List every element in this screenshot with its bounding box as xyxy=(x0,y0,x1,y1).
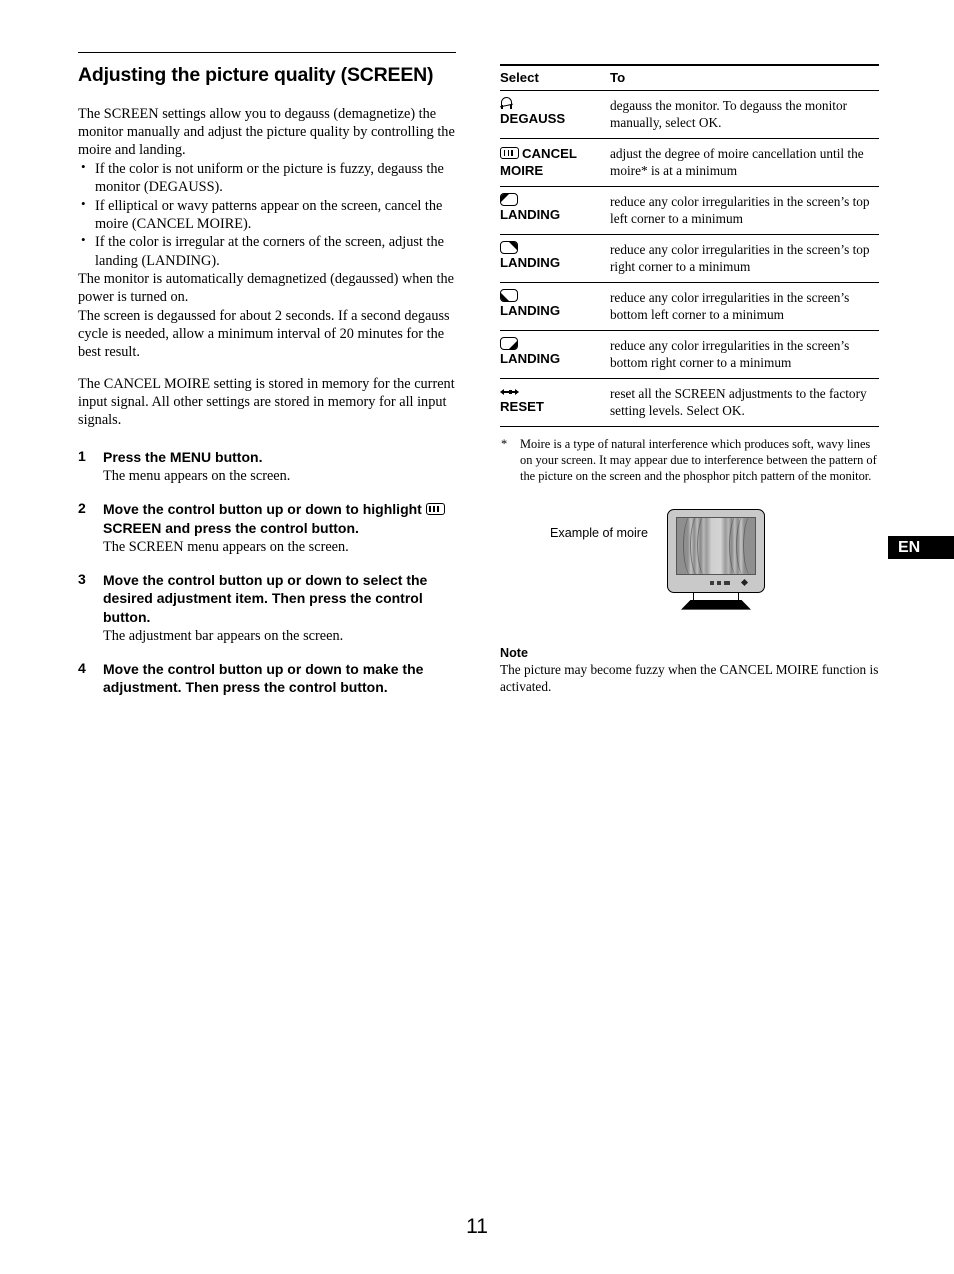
landing-bottom-left-icon xyxy=(500,289,518,303)
cell-to: reduce any color irregularities in the s… xyxy=(605,282,879,332)
select-label: LANDING xyxy=(500,303,561,319)
table-header-row: Select To xyxy=(500,64,879,91)
select-label: LANDING xyxy=(500,207,561,223)
left-column: Adjusting the picture quality (SCREEN) T… xyxy=(78,52,456,711)
monitor-base xyxy=(681,599,751,610)
note-block: Note The picture may become fuzzy when t… xyxy=(500,646,879,695)
bullet-dot-icon: • xyxy=(81,232,86,248)
degauss-cycle-paragraph: The screen is degaussed for about 2 seco… xyxy=(78,307,450,361)
table-row: LANDING reduce any color irregularities … xyxy=(500,186,879,236)
list-item: • If elliptical or wavy patterns appear … xyxy=(78,195,456,234)
list-item: • If the color is irregular at the corne… xyxy=(78,232,456,270)
step-heading: Move the control button up or down to hi… xyxy=(103,500,456,536)
landing-top-left-icon xyxy=(500,193,518,207)
screen-menu-icon xyxy=(425,503,445,516)
moire-footnote: * Moire is a type of natural interferenc… xyxy=(500,436,879,484)
note-title: Note xyxy=(500,645,528,660)
cancel-moire-icon xyxy=(500,147,519,160)
page-number: 11 xyxy=(466,1215,488,1238)
step-3: 3 Move the control button up or down to … xyxy=(78,571,456,645)
cell-to: reduce any color irregularities in the s… xyxy=(605,234,879,284)
screen-options-table: Select To DEGAUSS degauss the monitor. T… xyxy=(499,64,879,428)
bullet-dot-icon: • xyxy=(81,158,86,174)
step-2: 2 Move the control button up or down to … xyxy=(78,500,456,556)
degauss-icon xyxy=(499,97,514,109)
power-button-icon xyxy=(740,578,749,586)
step-1: 1 Press the MENU button. The menu appear… xyxy=(78,448,456,486)
list-item: • If the color is not uniform or the pic… xyxy=(78,158,456,197)
footnote-text: Moire is a type of natural interference … xyxy=(520,437,877,484)
select-label: LANDING xyxy=(500,351,561,367)
select-label: DEGAUSS xyxy=(500,111,566,126)
select-label: RESET xyxy=(500,399,544,415)
step-subtext: The SCREEN menu appears on the screen. xyxy=(103,538,349,555)
step-number: 1 xyxy=(78,447,86,464)
step-heading: Press the MENU button. xyxy=(103,448,263,465)
figure-caption: Example of moire xyxy=(550,525,648,540)
cell-select: DEGAUSS xyxy=(499,90,605,140)
table-row: CANCEL MOIRE adjust the degree of moire … xyxy=(500,138,879,188)
step-heading-after: SCREEN and press the control button. xyxy=(103,519,359,536)
step-number: 4 xyxy=(78,660,86,677)
table-row: LANDING reduce any color irregularities … xyxy=(500,330,879,380)
step-number: 3 xyxy=(78,571,86,588)
step-list: 1 Press the MENU button. The menu appear… xyxy=(78,448,456,697)
cell-to: reduce any color irregularities in the s… xyxy=(605,186,879,236)
cell-select: LANDING xyxy=(500,234,605,284)
footnote-marker: * xyxy=(501,437,508,452)
language-tab-en: EN xyxy=(888,536,954,559)
cell-to: degauss the monitor. To degauss the moni… xyxy=(605,90,879,140)
step-subtext: The adjustment bar appears on the screen… xyxy=(103,627,344,644)
column-header-to: To xyxy=(605,64,879,91)
column-header-select: Select xyxy=(500,64,605,91)
intro-bullet-list: • If the color is not uniform or the pic… xyxy=(78,158,456,270)
reset-icon xyxy=(500,388,519,396)
cell-select: LANDING xyxy=(500,330,605,380)
icon-row xyxy=(500,385,605,398)
bullet-dot-icon: • xyxy=(81,195,86,211)
table-row: LANDING reduce any color irregularities … xyxy=(500,234,879,284)
monitor-neck xyxy=(693,592,739,600)
step-subtext: The menu appears on the screen. xyxy=(103,468,291,485)
cell-select: CANCEL MOIRE xyxy=(500,138,605,188)
monitor-control-buttons xyxy=(710,578,758,586)
icon-row xyxy=(500,193,605,207)
step-number: 2 xyxy=(78,500,86,517)
monitor-body xyxy=(667,508,765,593)
title-rule xyxy=(78,52,456,53)
cell-to: reduce any color irregularities in the s… xyxy=(605,330,879,380)
auto-degauss-paragraph: The monitor is automatically demagnetize… xyxy=(78,270,454,306)
list-item-text: If the color is irregular at the corners… xyxy=(95,234,444,269)
step-heading: Move the control button up or down to se… xyxy=(103,572,428,625)
cell-select: LANDING xyxy=(500,282,605,332)
list-item-text: If the color is not uniform or the pictu… xyxy=(95,160,444,196)
landing-bottom-right-icon xyxy=(500,337,518,351)
table-row: LANDING reduce any color irregularities … xyxy=(500,282,879,332)
landing-top-right-icon xyxy=(500,241,518,255)
cell-to: reset all the SCREEN adjustments to the … xyxy=(605,378,879,428)
page-title: Adjusting the picture quality (SCREEN) xyxy=(78,64,434,86)
memory-paragraph: The CANCEL MOIRE setting is stored in me… xyxy=(78,375,455,429)
cell-select: RESET xyxy=(500,378,605,428)
monitor-screen-moire-pattern xyxy=(676,516,756,575)
step-4: 4 Move the control button up or down to … xyxy=(78,660,456,696)
icon-row xyxy=(500,289,605,303)
icon-row xyxy=(500,337,605,351)
note-text: The picture may become fuzzy when the CA… xyxy=(500,661,879,694)
step-heading-before: Move the control button up or down to hi… xyxy=(103,501,422,518)
cell-to: adjust the degree of moire cancellation … xyxy=(605,138,879,188)
icon-row xyxy=(499,97,605,110)
monitor-illustration xyxy=(667,508,765,610)
list-item-text: If elliptical or wavy patterns appear on… xyxy=(95,197,443,232)
table-row: DEGAUSS degauss the monitor. To degauss … xyxy=(499,90,879,140)
cell-select: LANDING xyxy=(500,186,605,236)
intro-paragraph: The SCREEN settings allow you to degauss… xyxy=(78,105,455,159)
icon-row xyxy=(500,241,605,255)
select-label: LANDING xyxy=(500,255,561,271)
table-row: RESET reset all the SCREEN adjustments t… xyxy=(500,378,879,428)
step-heading: Move the control button up or down to ma… xyxy=(103,661,424,696)
right-column: Select To DEGAUSS degauss the monitor. T… xyxy=(499,64,879,695)
moire-example-figure: Example of moire xyxy=(500,508,879,624)
